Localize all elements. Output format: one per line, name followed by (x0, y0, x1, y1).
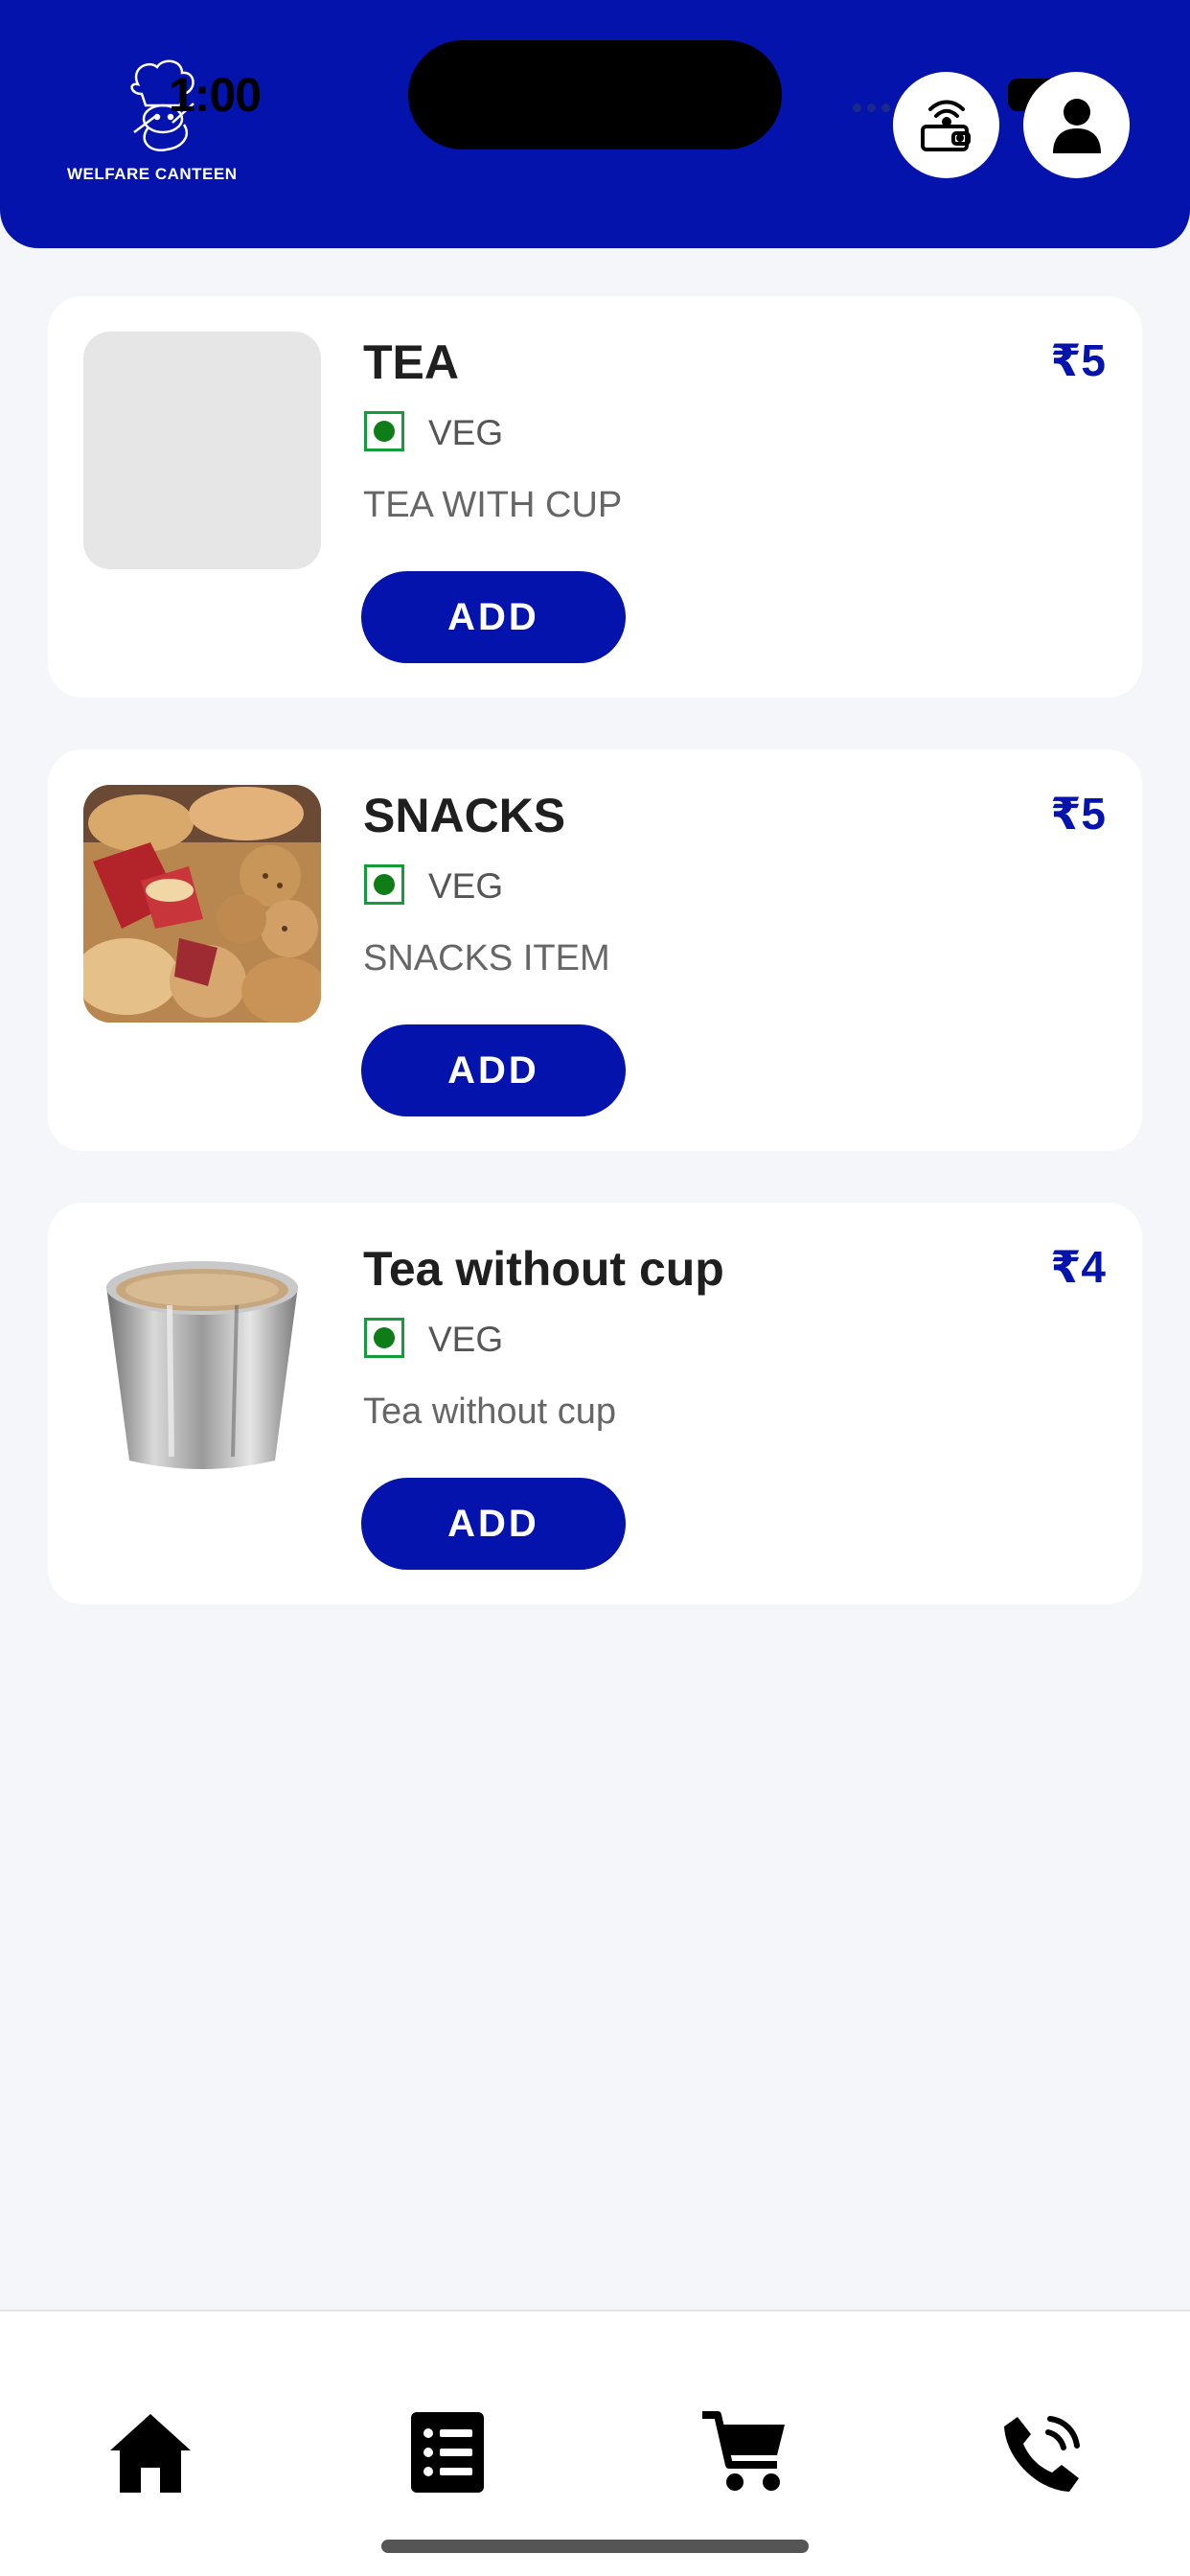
signal-icon (853, 104, 890, 112)
status-bar-time: 1:00 (169, 68, 262, 122)
veg-label: VEG (428, 413, 504, 452)
tea-tumbler-image (83, 1238, 321, 1476)
app-header: WELFARE CANTEEN 1:00 (0, 0, 1190, 248)
profile-button[interactable] (1023, 72, 1130, 178)
veg-indicator-icon (364, 1318, 404, 1358)
nav-contact[interactable] (989, 2400, 1094, 2505)
item-price: ₹5 (1050, 335, 1106, 385)
add-button[interactable]: ADD (361, 1024, 626, 1116)
item-name: Tea without cup (363, 1242, 724, 1296)
veg-label: VEG (428, 866, 504, 906)
add-button[interactable]: ADD (361, 571, 626, 663)
item-name: SNACKS (363, 789, 566, 842)
user-icon (1052, 98, 1101, 153)
nav-orders[interactable] (395, 2400, 500, 2505)
list-icon (411, 2412, 484, 2493)
phone-icon (1004, 2416, 1080, 2492)
veg-indicator-icon (364, 864, 404, 905)
veg-label: VEG (428, 1320, 504, 1359)
wallet-icon (920, 100, 971, 151)
menu-item-card: SNACKS ₹5 VEG SNACKS ITEM ADD (48, 749, 1142, 1151)
wallet-button[interactable] (893, 72, 999, 178)
menu-item-card: TEA ₹5 VEG TEA WITH CUP ADD (48, 296, 1142, 698)
veg-indicator-icon (364, 411, 404, 451)
nav-cart[interactable] (692, 2400, 797, 2505)
item-description: Tea without cup (363, 1392, 617, 1432)
home-icon (110, 2414, 191, 2493)
item-image-placeholder (83, 332, 321, 569)
item-description: SNACKS ITEM (363, 938, 610, 978)
cart-icon (702, 2411, 785, 2491)
home-indicator (381, 2540, 809, 2553)
dynamic-island (408, 40, 782, 150)
snacks-image (83, 785, 321, 1023)
item-price: ₹5 (1050, 789, 1106, 839)
item-description: TEA WITH CUP (363, 485, 623, 525)
add-button[interactable]: ADD (361, 1478, 626, 1570)
item-name: TEA (363, 335, 459, 389)
nav-home[interactable] (98, 2400, 203, 2505)
bottom-navigation (0, 2310, 1190, 2576)
brand-name: WELFARE CANTEEN (67, 165, 238, 183)
menu-item-card: Tea without cup ₹4 VEG Tea without cup A… (48, 1203, 1142, 1604)
item-price: ₹4 (1050, 1242, 1106, 1292)
canteen-menu-screen: WELFARE CANTEEN 1:00 TEA ₹5 VEG TEA WITH… (0, 0, 1190, 2576)
